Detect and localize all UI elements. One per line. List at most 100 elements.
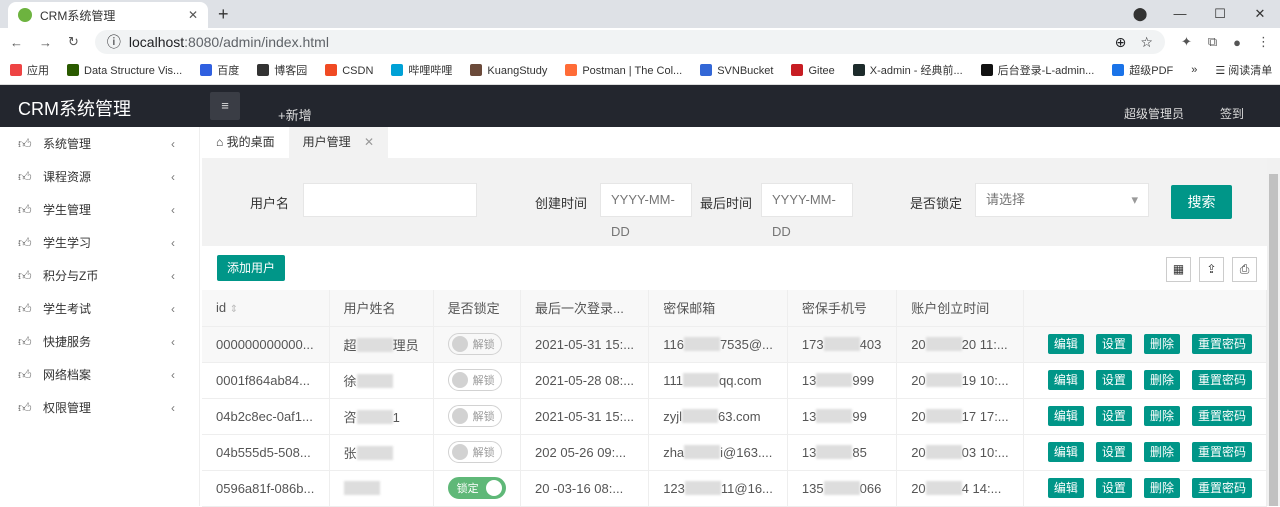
bookmark-item[interactable]: 百度 [200,62,239,78]
reset-password-button[interactable]: 重置密码 [1192,406,1252,426]
edit-button[interactable]: 编辑 [1048,406,1084,426]
locked-select-value: 请选择 [986,192,1025,207]
redacted-mask [824,481,860,495]
reading-list-button[interactable]: ☰ 阅读清单 [1215,62,1272,78]
export-icon[interactable]: ⇪ [1199,257,1224,282]
lock-switch[interactable]: 锁定 [448,477,506,499]
edit-button[interactable]: 编辑 [1048,370,1084,390]
bookmark-item[interactable]: X-admin - 经典前... [853,62,963,78]
bookmark-item[interactable]: 后台登录-L-admin... [981,62,1095,78]
avatar[interactable]: ● [1233,35,1241,50]
reset-password-button[interactable]: 重置密码 [1192,334,1252,354]
bookmark-item[interactable]: KuangStudy [470,64,547,77]
settings-button[interactable]: 设置 [1096,478,1132,498]
puzzle-icon[interactable]: ⧉ [1208,34,1217,50]
print-icon[interactable]: ⎙ [1232,257,1257,282]
tab-home[interactable]: ⌂ 我的桌面 [202,127,289,158]
maximize-button[interactable]: ☐ [1200,0,1240,28]
user-menu[interactable]: 超级管理员 [1124,105,1184,122]
column-header[interactable]: id ⇕ [202,290,329,326]
close-icon[interactable]: ✕ [364,135,374,149]
reset-password-button[interactable]: 重置密码 [1192,370,1252,390]
zoom-icon[interactable]: ⊕ [1115,34,1127,51]
bookmark-item[interactable]: CSDN [325,64,373,77]
forward-icon[interactable]: → [39,35,52,50]
bookmark-item[interactable]: Gitee [791,64,834,77]
scrollbar-thumb[interactable] [1269,174,1278,506]
close-icon[interactable]: ✕ [188,8,198,22]
bookmark-item[interactable]: SVNBucket [700,64,773,77]
created-time-input[interactable]: YYYY-MM-DD [600,183,692,217]
profile-icon[interactable]: ⬤ [1120,0,1160,28]
sign-in-link[interactable]: 签到 [1220,105,1244,122]
delete-button[interactable]: 删除 [1144,442,1180,462]
settings-button[interactable]: 设置 [1096,334,1132,354]
lock-switch[interactable]: 解锁 [448,369,502,391]
sidebar-item[interactable]: 👍︎权限管理‹ [0,391,199,424]
edit-button[interactable]: 编辑 [1048,478,1084,498]
sort-icon[interactable]: ⇕ [230,304,238,315]
reset-password-button[interactable]: 重置密码 [1192,442,1252,462]
bookmark-item[interactable]: Data Structure Vis... [67,64,182,77]
edit-button[interactable]: 编辑 [1048,442,1084,462]
bookmark-item[interactable]: 应用 [10,62,49,78]
last-time-input[interactable]: YYYY-MM-DD [761,183,853,217]
bookmark-item[interactable]: 博客园 [257,62,307,78]
bookmark-label: 应用 [27,65,49,77]
menu-icon[interactable]: ⋮ [1257,34,1270,50]
minimize-button[interactable]: — [1160,0,1200,28]
cell-actions: 编辑设置删除重置密码 [1023,326,1266,362]
sidebar-item[interactable]: 👍︎网络档案‹ [0,358,199,391]
lock-switch[interactable]: 解锁 [448,441,502,463]
tab-title: CRM系统管理 [40,7,115,24]
menu-toggle-icon[interactable]: ≡ [210,92,240,120]
columns-icon[interactable]: ▦ [1166,257,1191,282]
settings-button[interactable]: 设置 [1096,442,1132,462]
cell-actions: 编辑设置删除重置密码 [1023,470,1266,506]
sidebar-item[interactable]: 👍︎积分与Z币‹ [0,259,199,292]
settings-button[interactable]: 设置 [1096,406,1132,426]
sidebar-item-label: 系统管理 [43,135,91,152]
cell-last-login: 202 05-26 09:... [521,434,649,470]
delete-button[interactable]: 删除 [1144,478,1180,498]
sidebar-item[interactable]: 👍︎系统管理‹ [0,127,199,160]
info-icon: ⓘ [107,32,121,52]
search-button[interactable]: 搜索 [1171,185,1232,219]
username-input[interactable] [303,183,477,217]
settings-button[interactable]: 设置 [1096,370,1132,390]
edit-button[interactable]: 编辑 [1048,334,1084,354]
sidebar-item[interactable]: 👍︎学生管理‹ [0,193,199,226]
bookmark-item[interactable]: 哔哩哔哩 [391,62,452,78]
new-tab-button[interactable]: + [218,4,229,25]
reset-password-button[interactable]: 重置密码 [1192,478,1252,498]
sidebar-item[interactable]: 👍︎课程资源‹ [0,160,199,193]
lock-switch[interactable]: 解锁 [448,405,502,427]
cell-locked: 解锁 [433,434,520,470]
add-new-button[interactable]: +新增 [278,105,312,124]
bookmark-item[interactable]: Postman | The Col... [565,64,682,77]
delete-button[interactable]: 删除 [1144,334,1180,354]
sidebar-item[interactable]: 👍︎快捷服务‹ [0,325,199,358]
locked-select[interactable]: 请选择▾ [975,183,1149,217]
created-part: 20 [911,481,925,496]
lock-switch[interactable]: 解锁 [448,333,502,355]
delete-button[interactable]: 删除 [1144,406,1180,426]
bookmark-item[interactable]: 超级PDF [1112,62,1173,78]
sidebar-item[interactable]: 👍︎学生考试‹ [0,292,199,325]
browser-tab[interactable]: CRM系统管理 ✕ [8,2,208,28]
leaf-icon [18,8,32,22]
more-bookmarks-button[interactable]: » [1191,64,1197,76]
lock-switch-label: 解锁 [473,336,495,352]
sidebar-item[interactable]: 👍︎学生学习‹ [0,226,199,259]
column-header-label: 密保邮箱 [663,301,715,316]
star-icon[interactable]: ☆ [1140,34,1153,51]
reload-icon[interactable]: ↻ [68,34,79,50]
delete-button[interactable]: 删除 [1144,370,1180,390]
add-user-button[interactable]: 添加用户 [217,255,285,281]
extension-icon[interactable]: ✦ [1181,34,1192,50]
scrollbar[interactable] [1267,158,1280,506]
back-icon[interactable]: ← [10,35,23,50]
close-window-button[interactable]: ✕ [1240,0,1280,28]
url-input[interactable]: ⓘlocalhost:8080/admin/index.html⊕☆ [95,30,1165,54]
tab-user-management[interactable]: 用户管理 ✕ [289,127,388,158]
